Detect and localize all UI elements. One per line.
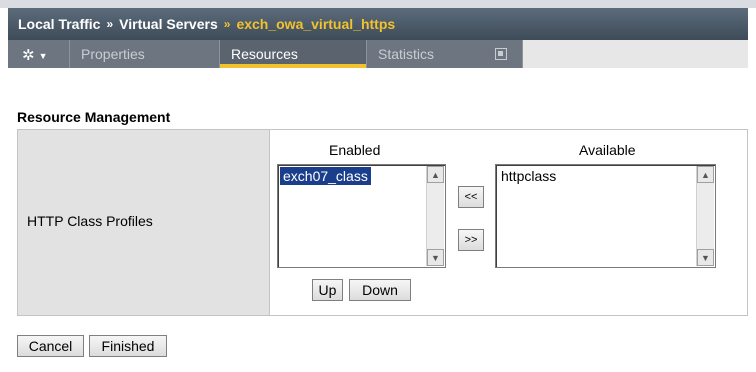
external-link-icon[interactable] <box>495 48 507 60</box>
breadcrumb-current: exch_owa_virtual_https <box>236 16 396 32</box>
breadcrumb-item-local-traffic[interactable]: Local Traffic <box>18 16 100 32</box>
top-strip <box>0 0 756 8</box>
breadcrumb: Local Traffic » Virtual Servers » exch_o… <box>8 8 748 40</box>
scrollbar[interactable]: ▲ ▼ <box>426 166 444 266</box>
tab-resources[interactable]: Resources <box>220 40 367 68</box>
chevron-down-icon: ▼ <box>38 51 48 62</box>
scroll-up-icon[interactable]: ▲ <box>697 166 714 183</box>
list-item[interactable]: httpclass <box>498 167 559 185</box>
available-listbox[interactable]: httpclass ▲ ▼ <box>495 164 716 268</box>
breadcrumb-separator: » <box>223 17 231 31</box>
scroll-down-icon[interactable]: ▼ <box>427 249 444 266</box>
tab-bar: ✲ ▼ Properties Resources Statistics <box>8 40 748 68</box>
down-button[interactable]: Down <box>349 279 411 301</box>
gear-icon: ✲ <box>22 47 35 64</box>
move-to-enabled-button[interactable]: << <box>458 186 484 208</box>
scroll-up-icon[interactable]: ▲ <box>427 166 444 183</box>
move-to-available-button[interactable]: >> <box>458 229 484 251</box>
section-title: Resource Management <box>17 109 171 125</box>
available-header: Available <box>579 142 636 158</box>
tab-gear-menu[interactable]: ✲ ▼ <box>8 40 70 68</box>
up-button[interactable]: Up <box>312 279 343 301</box>
breadcrumb-item-virtual-servers[interactable]: Virtual Servers <box>119 16 218 32</box>
tab-properties[interactable]: Properties <box>70 40 220 68</box>
list-item[interactable]: exch07_class <box>280 167 371 185</box>
finished-button[interactable]: Finished <box>89 335 167 357</box>
enabled-header: Enabled <box>329 142 381 158</box>
row-label-cell: HTTP Class Profiles <box>18 130 270 315</box>
enabled-listbox[interactable]: exch07_class ▲ ▼ <box>277 164 446 268</box>
row-label: HTTP Class Profiles <box>27 213 153 229</box>
scroll-down-icon[interactable]: ▼ <box>697 249 714 266</box>
scrollbar[interactable]: ▲ ▼ <box>696 166 714 266</box>
cancel-button[interactable]: Cancel <box>17 335 84 357</box>
breadcrumb-separator: » <box>106 17 114 31</box>
